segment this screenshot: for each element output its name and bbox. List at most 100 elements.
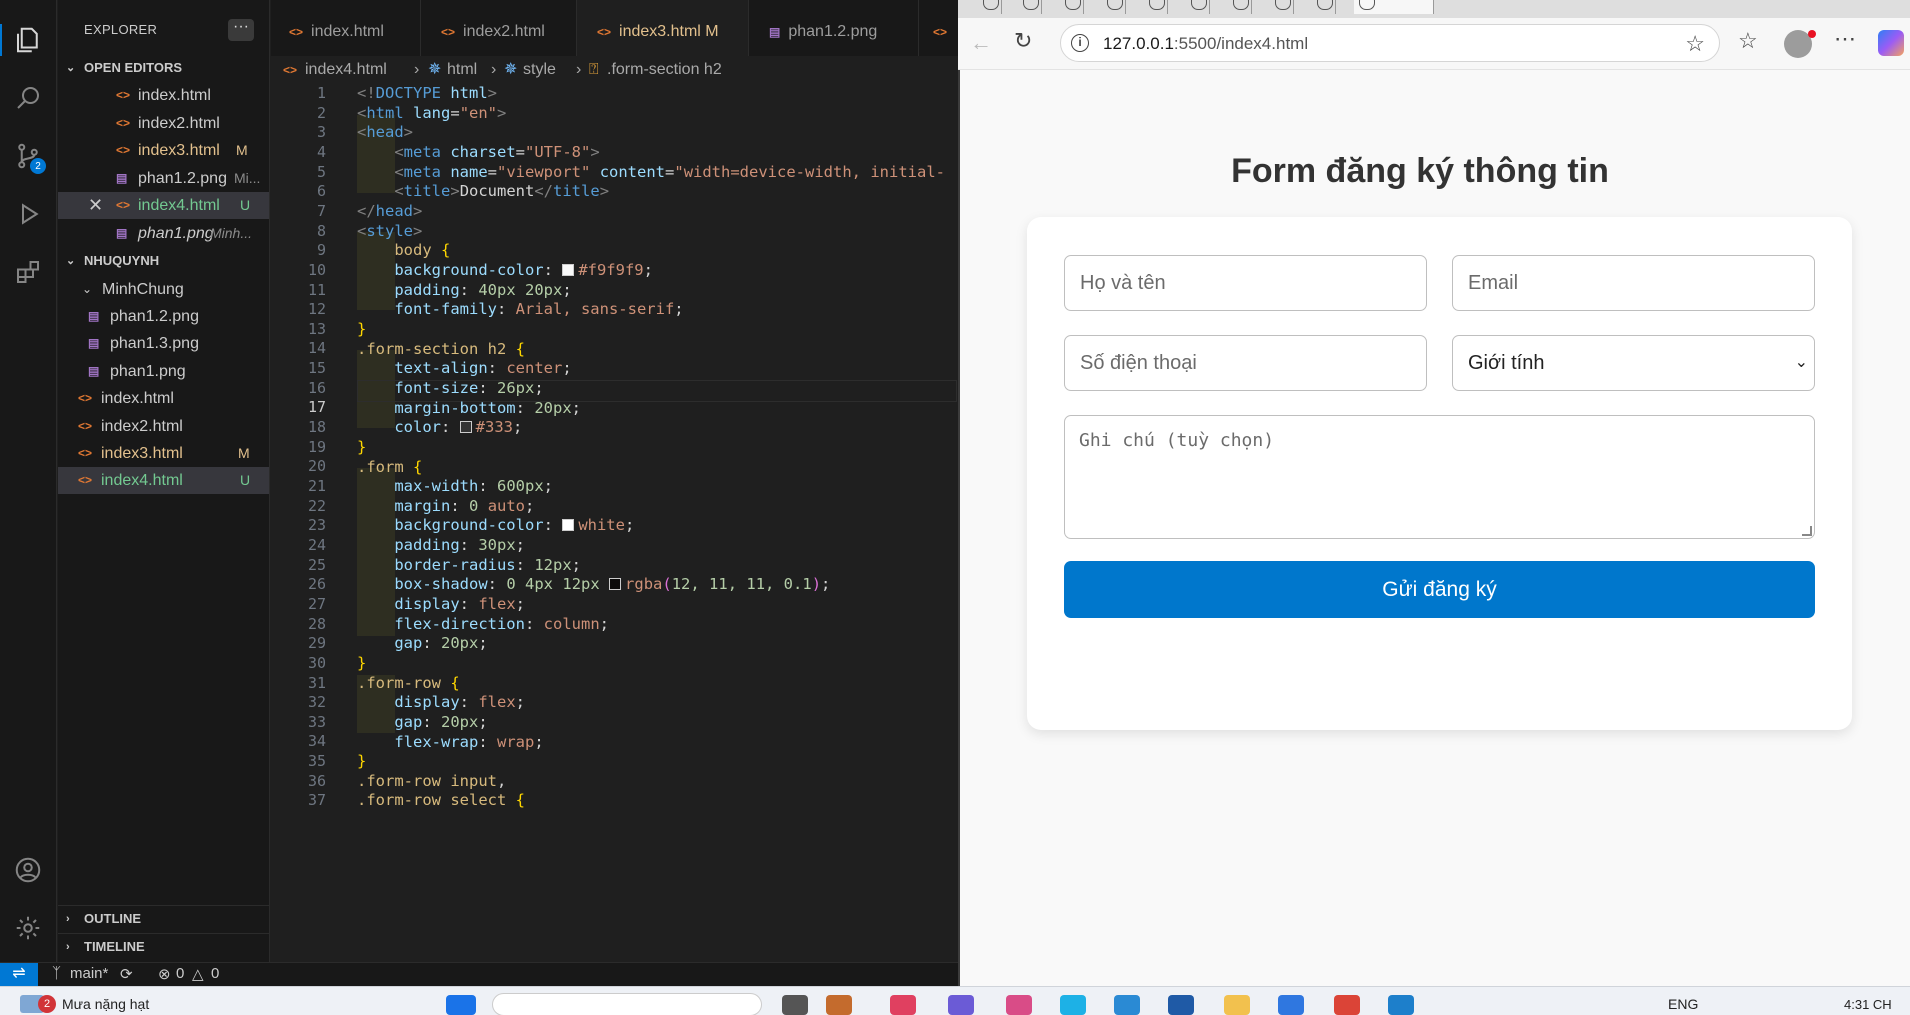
email-input[interactable]: Email: [1452, 255, 1815, 311]
clock[interactable]: 4:31 CH: [1844, 997, 1892, 1012]
timeline-section[interactable]: › TIMELINE: [58, 933, 269, 959]
file-item[interactable]: <> index3.html M: [58, 440, 269, 467]
weather-text[interactable]: Mưa nặng hạt: [62, 996, 149, 1012]
open-editor-item[interactable]: <> index3.html M: [58, 137, 269, 164]
close-icon[interactable]: ✕: [88, 192, 103, 219]
more-actions-button[interactable]: ···: [228, 19, 254, 41]
browser-tab[interactable]: [1186, 0, 1210, 14]
warning-count[interactable]: 0: [211, 965, 219, 982]
remote-icon[interactable]: ⇌: [0, 963, 38, 987]
browser-tab[interactable]: [1270, 0, 1294, 14]
browser-tab-active[interactable]: [1354, 0, 1434, 14]
copilot-icon[interactable]: [1878, 30, 1904, 56]
browser-tab[interactable]: [1102, 0, 1126, 14]
file-item[interactable]: <> index2.html: [58, 413, 269, 440]
zalo-icon[interactable]: [1278, 995, 1304, 1015]
app-icon[interactable]: [1006, 995, 1032, 1015]
app-icon[interactable]: [948, 995, 974, 1015]
account-icon[interactable]: [8, 850, 48, 890]
app-icon[interactable]: [1114, 995, 1140, 1015]
tab-index2[interactable]: <> index2.html: [421, 0, 577, 64]
error-count[interactable]: 0: [176, 965, 184, 982]
code-editor[interactable]: 1 2 3 4 5 6 7 8 9 10 11 12 13 14 15 16 17 18 19 20 21 22 23 24 2…: [271, 84, 958, 962]
outline-section[interactable]: › OUTLINE: [58, 905, 269, 931]
sync-icon[interactable]: ⟳: [120, 965, 133, 983]
code-line: <meta charset="UTF-8">: [394, 143, 600, 161]
open-editor-item[interactable]: ▤ phan1.png Minh...: [58, 220, 269, 247]
profile-dot: [1808, 30, 1816, 38]
open-editor-item[interactable]: <> index2.html: [58, 110, 269, 137]
info-icon[interactable]: i: [1071, 34, 1089, 52]
folder-item[interactable]: ⌄ MinhChung: [58, 276, 269, 303]
file-name: phan1.png: [138, 225, 214, 242]
full-name-input[interactable]: Họ và tên: [1064, 255, 1427, 311]
run-debug-icon[interactable]: [8, 194, 48, 234]
language-indicator[interactable]: ENG: [1668, 996, 1698, 1012]
browser-tab-strip: [958, 0, 1910, 18]
browser-tab[interactable]: [1312, 0, 1336, 14]
code-line: .form-section h2 {: [357, 340, 525, 358]
phone-input[interactable]: Số điện thoại: [1064, 335, 1427, 391]
tab-index3[interactable]: <> index3.html M: [577, 0, 749, 64]
browser-tab[interactable]: [1060, 0, 1084, 14]
start-icon[interactable]: [446, 995, 476, 1015]
tab-index[interactable]: <> index.html: [271, 0, 421, 64]
submit-button[interactable]: Gửi đăng ký: [1064, 561, 1815, 618]
more-menu-icon[interactable]: ⋯: [1834, 26, 1856, 52]
gender-select[interactable]: Giới tính ⌄: [1452, 335, 1815, 391]
open-editors-label: OPEN EDITORS: [84, 60, 183, 75]
file-folder-hint: Minh...: [210, 225, 253, 241]
app-icon[interactable]: [826, 995, 852, 1015]
address-bar[interactable]: i 127.0.0.1:5500/index4.html ☆: [1060, 24, 1720, 62]
code-line: <meta name="viewport" content="width=dev…: [394, 163, 945, 181]
file-item-active[interactable]: <> index4.html U: [58, 467, 269, 494]
note-textarea[interactable]: Ghi chú (tuỳ chọn): [1064, 415, 1815, 539]
breadcrumb-file[interactable]: index4.html: [305, 56, 387, 84]
tab-label: index.html: [311, 23, 384, 40]
extensions-icon[interactable]: [8, 252, 48, 292]
code-line: .form {: [357, 458, 423, 476]
browser-tab[interactable]: [1018, 0, 1042, 14]
browser-tab[interactable]: [1144, 0, 1168, 14]
file-explorer-icon[interactable]: [1224, 995, 1250, 1015]
illustrator-icon[interactable]: [890, 995, 916, 1015]
favorites-icon[interactable]: ☆: [1738, 28, 1758, 54]
explorer-icon[interactable]: [0, 20, 48, 60]
chrome-icon[interactable]: [1334, 995, 1360, 1015]
breadcrumb-style[interactable]: style: [523, 56, 556, 84]
branch-name[interactable]: main*: [70, 965, 108, 982]
favorite-star-icon[interactable]: ☆: [1685, 31, 1705, 57]
resize-grip-icon[interactable]: [1802, 526, 1812, 536]
reload-icon[interactable]: ↻: [1014, 28, 1032, 54]
chevron-right-icon: ›: [576, 61, 582, 78]
line-number: 18: [307, 418, 326, 437]
tab-overflow[interactable]: <>: [919, 0, 958, 64]
app-icon[interactable]: [1168, 995, 1194, 1015]
browser-tab[interactable]: [1228, 0, 1252, 14]
file-item[interactable]: ▤ phan1.png: [58, 358, 269, 385]
file-item[interactable]: ▤ phan1.3.png: [58, 330, 269, 357]
search-icon[interactable]: [8, 78, 48, 118]
file-item[interactable]: ▤ phan1.2.png: [58, 303, 269, 330]
tab-phan1-2[interactable]: ▤ phan1.2.png: [749, 0, 919, 64]
explorer-title: EXPLORER: [84, 22, 158, 37]
task-view-icon[interactable]: [782, 995, 808, 1015]
open-editor-item[interactable]: ▤ phan1.2.png Mi...: [58, 165, 269, 192]
taskbar-search[interactable]: [492, 993, 762, 1015]
breadcrumb-selector[interactable]: .form-section h2: [607, 56, 722, 84]
vscode-icon[interactable]: [1388, 995, 1414, 1015]
breadcrumb: <> index4.html › ✵ html › ✵ style › ⍰ .f…: [271, 56, 958, 84]
edge-icon[interactable]: [1060, 995, 1086, 1015]
html-file-icon: <>: [78, 419, 93, 433]
back-icon[interactable]: ←: [970, 30, 992, 56]
open-editor-item-active[interactable]: ✕ <> index4.html U: [58, 192, 269, 219]
code-line: margin-bottom: 20px;: [394, 399, 581, 417]
workspace-folder-section[interactable]: ⌄ NHUQUYNH: [58, 248, 269, 274]
breadcrumb-html[interactable]: html: [447, 56, 477, 84]
source-control-icon[interactable]: 2: [8, 136, 48, 176]
browser-tab[interactable]: [978, 0, 1002, 14]
file-item[interactable]: <> index.html: [58, 385, 269, 412]
open-editor-item[interactable]: <> index.html: [58, 82, 269, 109]
settings-gear-icon[interactable]: [8, 908, 48, 948]
open-editors-section[interactable]: ⌄ OPEN EDITORS: [58, 55, 269, 81]
